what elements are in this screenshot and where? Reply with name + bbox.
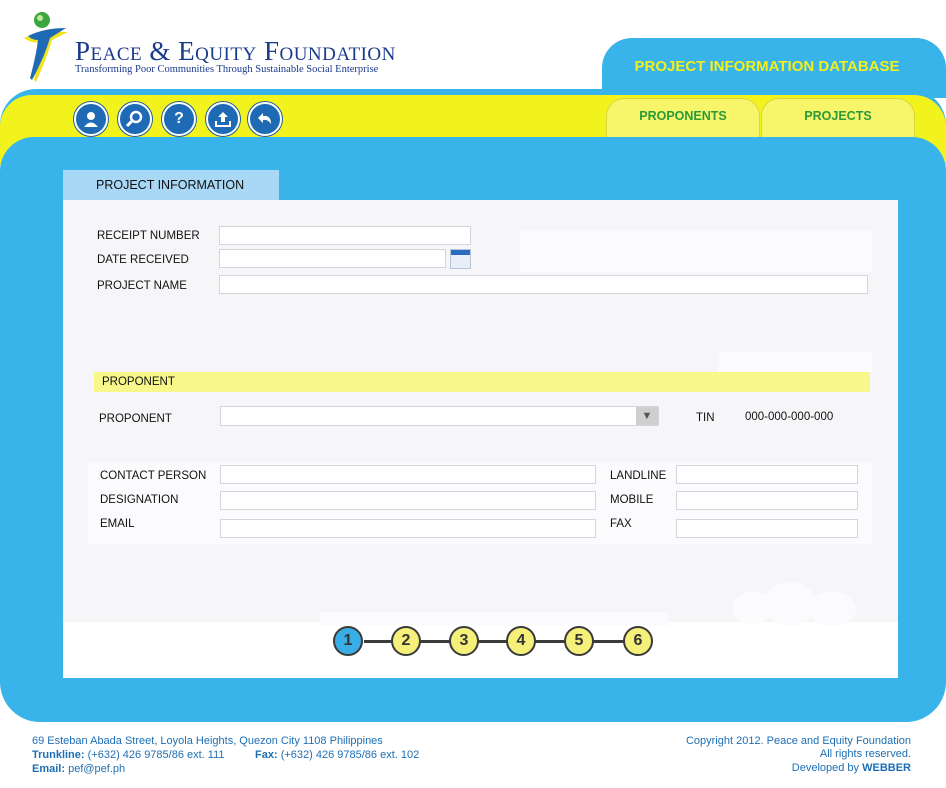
tab-proponents[interactable]: PROPONENTS bbox=[606, 98, 760, 139]
database-title: PROJECT INFORMATION DATABASE bbox=[634, 58, 900, 75]
landline-field[interactable] bbox=[676, 465, 858, 484]
step-3[interactable]: 3 bbox=[449, 626, 479, 656]
tin-label: TIN bbox=[696, 412, 715, 424]
step-6[interactable]: 6 bbox=[623, 626, 653, 656]
steps-box bbox=[320, 612, 668, 626]
project-name-label: PROJECT NAME bbox=[97, 280, 187, 292]
developer-name[interactable]: WEBBER bbox=[862, 762, 911, 774]
foundation-logo-icon bbox=[24, 12, 68, 83]
info-box-small bbox=[718, 352, 872, 372]
trunkline-value: (+632) 426 9785/86 ext. 111 bbox=[87, 749, 225, 761]
date-received-field[interactable] bbox=[219, 249, 446, 268]
upload-icon[interactable] bbox=[206, 102, 240, 136]
email-label: EMAIL bbox=[100, 518, 135, 530]
section-tab-project-information[interactable]: PROJECT INFORMATION bbox=[63, 170, 279, 200]
info-box bbox=[520, 230, 872, 272]
step-4[interactable]: 4 bbox=[506, 626, 536, 656]
proponent-section-title: PROPONENT bbox=[102, 376, 175, 388]
proponent-select[interactable]: ▼ bbox=[220, 406, 659, 426]
footer-copyright: Copyright 2012. Peace and Equity Foundat… bbox=[685, 735, 911, 747]
fax-footer-label: Fax: bbox=[255, 749, 278, 761]
email-field[interactable] bbox=[220, 519, 596, 538]
footer-address: 69 Esteban Abada Street, Loyola Heights,… bbox=[32, 735, 383, 747]
step-2[interactable]: 2 bbox=[391, 626, 421, 656]
contact-person-label: CONTACT PERSON bbox=[100, 470, 207, 482]
form-panel-footer bbox=[63, 622, 898, 678]
receipt-number-field[interactable] bbox=[219, 226, 471, 245]
footer-developed: Developed by WEBBER bbox=[792, 762, 911, 774]
footer-email: Email: pef@pef.ph bbox=[32, 763, 125, 775]
proponent-label: PROPONENT bbox=[99, 413, 172, 425]
project-name-field[interactable] bbox=[219, 275, 868, 294]
help-glyph: ? bbox=[174, 110, 184, 127]
contact-person-field[interactable] bbox=[220, 465, 596, 484]
step-5[interactable]: 5 bbox=[564, 626, 594, 656]
mobile-label: MOBILE bbox=[610, 494, 654, 506]
receipt-number-label: RECEIPT NUMBER bbox=[97, 230, 200, 242]
trunkline-label: Trunkline: bbox=[32, 749, 85, 761]
designation-field[interactable] bbox=[220, 491, 596, 510]
developed-by-label: Developed by bbox=[791, 762, 860, 774]
mobile-field[interactable] bbox=[676, 491, 858, 510]
tin-value: 000-000-000-000 bbox=[745, 411, 834, 423]
org-name: Peace & Equity Foundation bbox=[75, 36, 396, 66]
cloud-decoration bbox=[808, 592, 856, 626]
email-footer-label: Email: bbox=[32, 763, 66, 775]
undo-icon[interactable] bbox=[248, 102, 282, 136]
section-title: PROJECT INFORMATION bbox=[96, 178, 245, 192]
tab-projects[interactable]: PROJECTS bbox=[761, 98, 915, 139]
footer-fax: Fax: (+632) 426 9785/86 ext. 102 bbox=[255, 749, 419, 761]
fax-field[interactable] bbox=[676, 519, 858, 538]
fax-footer-value: (+632) 426 9785/86 ext. 102 bbox=[280, 749, 420, 761]
user-icon[interactable] bbox=[74, 102, 108, 136]
footer-trunkline: Trunkline: (+632) 426 9785/86 ext. 111 bbox=[32, 749, 225, 761]
fax-label: FAX bbox=[610, 518, 632, 530]
landline-label: LANDLINE bbox=[610, 470, 667, 482]
date-received-label: DATE RECEIVED bbox=[97, 254, 189, 266]
designation-label: DESIGNATION bbox=[100, 494, 179, 506]
org-tagline: Transforming Poor Communities Through Su… bbox=[75, 64, 379, 75]
help-icon[interactable]: ? bbox=[162, 102, 196, 136]
proponent-section-header: PROPONENT bbox=[94, 372, 870, 392]
search-icon[interactable] bbox=[118, 102, 152, 136]
footer-rights: All rights reserved. bbox=[819, 748, 911, 760]
step-1[interactable]: 1 bbox=[333, 626, 363, 656]
email-footer-value[interactable]: pef@pef.ph bbox=[68, 763, 125, 775]
calendar-icon[interactable] bbox=[450, 249, 471, 269]
chevron-down-icon[interactable]: ▼ bbox=[636, 407, 658, 425]
